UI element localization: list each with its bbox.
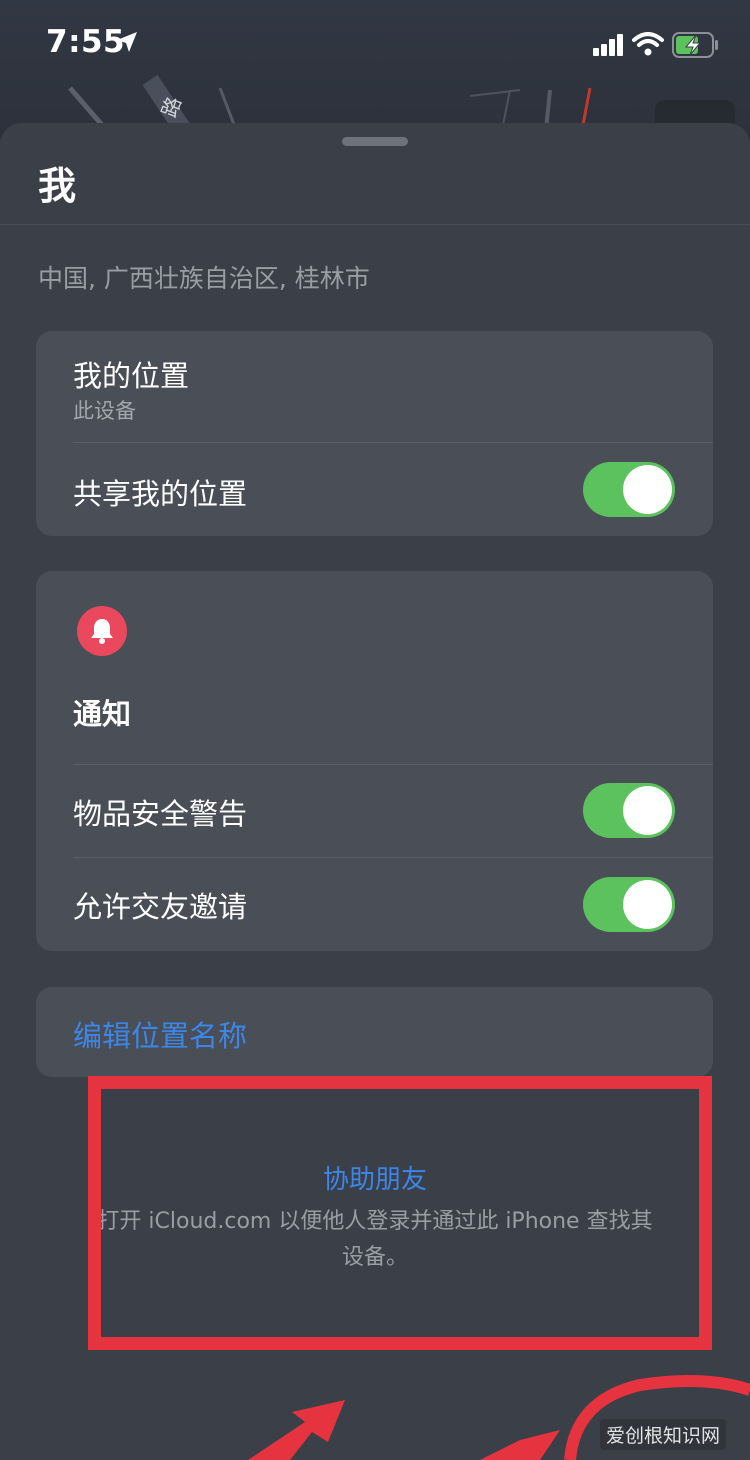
cellular-signal-icon xyxy=(593,34,623,56)
screen: 路 7:55 我 中国, 广西壮族自治区, 桂林市 我的位置 此设备 共享我的位… xyxy=(0,0,750,1460)
site-watermark: 爱创根知识网 xyxy=(599,1419,726,1450)
my-location-card: 我的位置 此设备 共享我的位置 xyxy=(36,331,713,536)
sheet-title: 我 xyxy=(38,164,77,208)
toggle-knob xyxy=(623,465,672,514)
my-location-subtitle: 此设备 xyxy=(73,399,136,423)
status-bar: 7:55 xyxy=(0,0,750,90)
row-divider xyxy=(73,764,713,765)
share-location-label: 共享我的位置 xyxy=(73,477,248,511)
bottom-sheet: 我 中国, 广西壮族自治区, 桂林市 我的位置 此设备 共享我的位置 通知 物品… xyxy=(0,123,750,1460)
toggle-knob xyxy=(623,880,672,929)
row-divider xyxy=(73,442,713,443)
item-safety-alert-toggle[interactable] xyxy=(583,783,675,838)
location-arrow-icon xyxy=(117,32,137,52)
edit-location-name-link[interactable]: 编辑位置名称 xyxy=(73,1013,247,1055)
help-friend-link[interactable]: 协助朋友 xyxy=(0,1159,750,1196)
friend-invite-label: 允许交友邀请 xyxy=(73,890,248,924)
friend-invite-toggle[interactable] xyxy=(583,877,675,932)
item-safety-alert-label: 物品安全警告 xyxy=(73,797,248,831)
wifi-icon xyxy=(632,32,664,56)
toggle-knob xyxy=(623,786,672,835)
status-time: 7:55 xyxy=(46,24,126,60)
edit-location-name-card[interactable]: 编辑位置名称 xyxy=(36,987,713,1077)
current-address: 中国, 广西壮族自治区, 桂林市 xyxy=(38,264,370,293)
notification-badge xyxy=(77,606,127,656)
share-location-toggle[interactable] xyxy=(583,462,675,517)
row-divider xyxy=(73,857,713,858)
title-divider xyxy=(0,224,750,225)
notifications-card: 通知 物品安全警告 允许交友邀请 xyxy=(36,571,713,951)
battery-charging-icon xyxy=(672,32,718,58)
notifications-title: 通知 xyxy=(73,697,132,731)
sheet-grabber[interactable] xyxy=(342,137,408,146)
help-friend-description: 打开 iCloud.com 以便他人登录并通过此 iPhone 查找其设备。 xyxy=(97,1209,653,1270)
my-location-title: 我的位置 xyxy=(73,359,190,393)
bell-icon xyxy=(91,619,113,644)
